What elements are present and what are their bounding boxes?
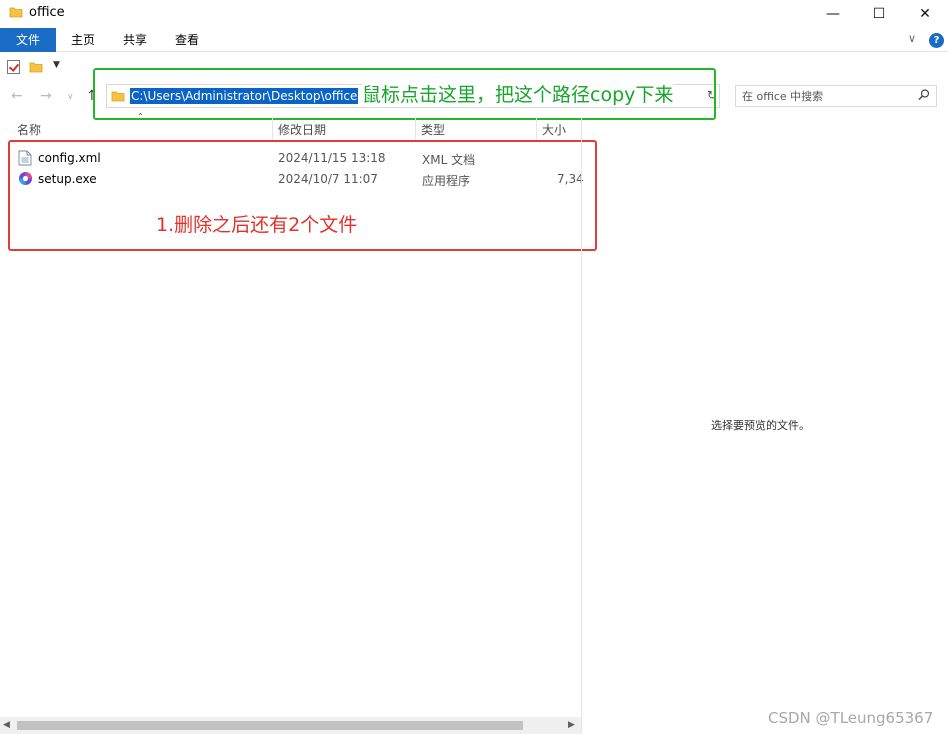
column-separator[interactable]: [272, 118, 273, 140]
column-header-size[interactable]: 大小: [542, 121, 566, 138]
search-box[interactable]: [735, 85, 937, 107]
column-separator[interactable]: [415, 118, 416, 140]
column-header-name[interactable]: 名称: [17, 121, 41, 138]
horizontal-scrollbar[interactable]: ◀ ▶: [0, 717, 581, 734]
tab-file[interactable]: 文件: [0, 28, 56, 52]
green-annotation-text: 鼠标点击这里，把这个路径copy下来: [362, 84, 674, 106]
minimize-button[interactable]: —: [810, 0, 856, 28]
expand-ribbon-chevron-icon[interactable]: ∨: [908, 32, 916, 45]
new-folder-icon[interactable]: [29, 60, 43, 77]
maximize-button[interactable]: ☐: [856, 0, 902, 28]
column-headers: 名称 修改日期 类型 大小: [0, 118, 581, 140]
watermark: CSDN @TLeung65367: [768, 709, 934, 727]
tab-home[interactable]: 主页: [62, 28, 104, 52]
back-button[interactable]: ←: [11, 88, 23, 104]
window-title: office: [29, 5, 65, 20]
tab-share[interactable]: 共享: [114, 28, 156, 52]
scrollbar-thumb[interactable]: [17, 721, 523, 730]
recent-locations-chevron-icon[interactable]: ∨: [67, 92, 74, 102]
customize-toolbar-dropdown-icon[interactable]: ▼: [53, 60, 60, 70]
close-button[interactable]: ✕: [902, 0, 948, 28]
properties-check-icon[interactable]: [7, 60, 20, 74]
title-bar: office — ☐ ✕: [0, 0, 948, 28]
folder-icon: [9, 5, 23, 22]
help-icon[interactable]: ?: [929, 33, 944, 48]
scroll-left-icon[interactable]: ◀: [3, 720, 10, 730]
search-input[interactable]: [742, 89, 912, 104]
column-header-type[interactable]: 类型: [421, 121, 445, 138]
preview-empty-text: 选择要预览的文件。: [711, 419, 810, 432]
column-separator[interactable]: [536, 118, 537, 140]
scroll-right-icon[interactable]: ▶: [568, 720, 575, 730]
preview-pane-divider[interactable]: [581, 118, 582, 734]
red-annotation-text: 1.删除之后还有2个文件: [156, 214, 358, 236]
forward-button[interactable]: →: [40, 88, 52, 104]
tab-view[interactable]: 查看: [166, 28, 208, 52]
column-header-date[interactable]: 修改日期: [278, 121, 326, 138]
search-icon[interactable]: [917, 88, 931, 105]
ribbon-tabs: 文件 主页 共享 查看 ∨ ?: [0, 28, 948, 52]
